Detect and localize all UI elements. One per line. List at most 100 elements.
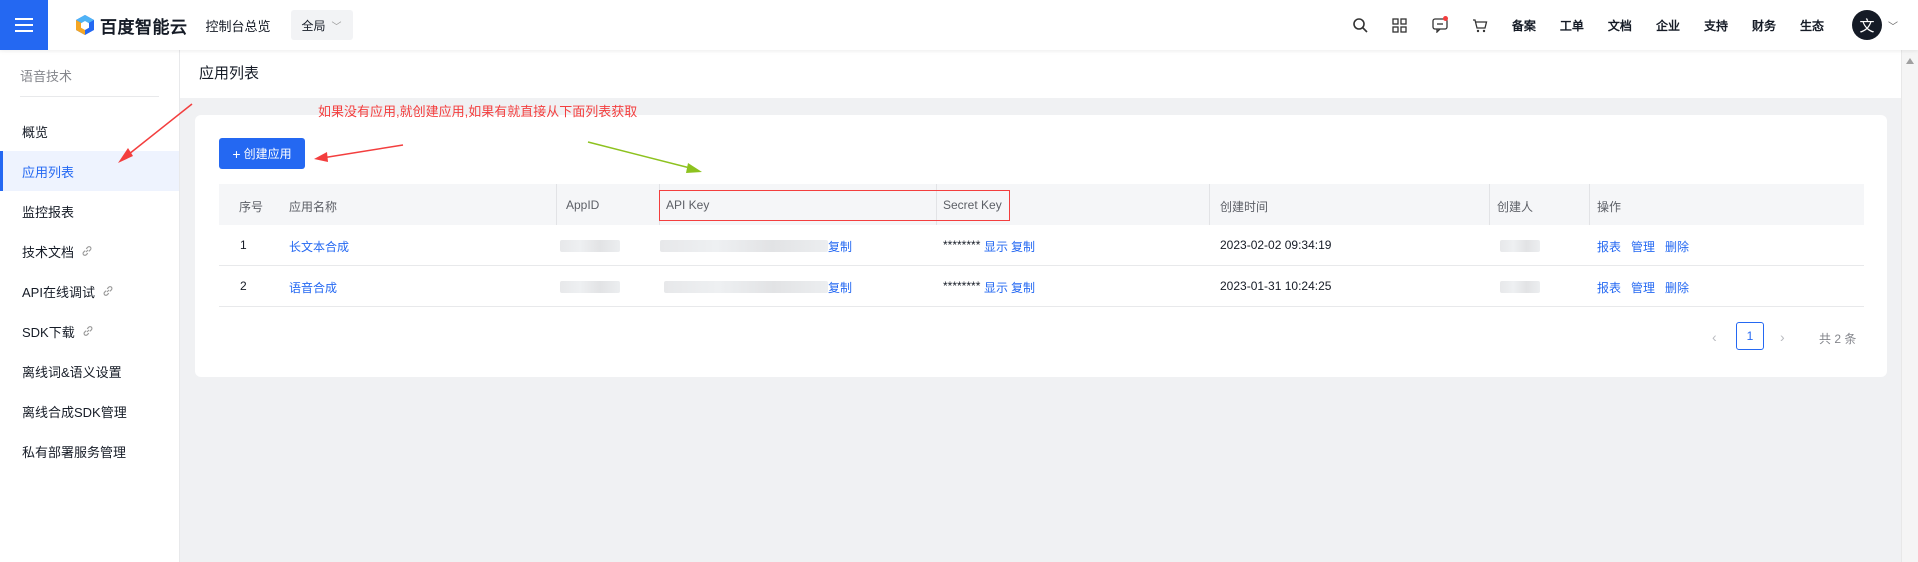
pagination-next-icon[interactable]: ›: [1780, 329, 1785, 345]
sidebar-item-offline-words[interactable]: 离线词&语义设置: [0, 351, 179, 391]
scroll-up-arrow-icon[interactable]: [1905, 56, 1915, 66]
secret-key-masked: ********: [943, 238, 981, 252]
create-app-label: 创建应用: [243, 147, 292, 161]
top-bar: 百度智能云 控制台总览 全局 ﹀ 备案 工单 文档 企业 支持 财务 生态 文 …: [0, 0, 1918, 50]
avatar[interactable]: 文: [1852, 10, 1882, 40]
notification-dot: [1442, 16, 1448, 21]
copy-api-key-link[interactable]: 复制: [828, 238, 852, 255]
external-link-icon: [82, 246, 92, 256]
page-title: 应用列表: [199, 65, 260, 82]
pagination-total: 共 2 条: [1819, 332, 1857, 346]
region-selector[interactable]: 全局 ﹀: [290, 10, 353, 40]
region-label: 全局: [301, 18, 326, 33]
sidebar-item-offline-sdk[interactable]: 离线合成SDK管理: [0, 391, 179, 431]
sidebar-item-label: 概览: [22, 124, 49, 140]
delete-link[interactable]: 删除: [1665, 238, 1689, 255]
nav-enterprise[interactable]: 企业: [1656, 17, 1680, 34]
external-link-icon: [83, 326, 93, 336]
copy-secret-link[interactable]: 复制: [1011, 238, 1035, 255]
brand-logo[interactable]: 百度智能云: [74, 13, 188, 38]
sidebar-item-tech-docs[interactable]: 技术文档: [0, 231, 179, 271]
report-link[interactable]: 报表: [1597, 238, 1621, 255]
created-time: 2023-02-02 09:34:19: [1220, 238, 1332, 252]
title-band: [180, 50, 1902, 98]
nav-filing[interactable]: 备案: [1512, 17, 1536, 34]
redacted-api-key: [664, 281, 828, 293]
instruction-annotation: 如果没有应用,就创建应用,如果有就直接从下面列表获取: [318, 104, 638, 119]
sidebar-item-label: 技术文档: [22, 244, 75, 260]
delete-link[interactable]: 删除: [1665, 279, 1689, 296]
copy-secret-link[interactable]: 复制: [1011, 279, 1035, 296]
pagination-current-page[interactable]: 1: [1736, 322, 1764, 350]
hamburger-menu-button[interactable]: [0, 0, 48, 50]
row-index: 1: [240, 238, 247, 252]
sidebar-item-monitor-report[interactable]: 监控报表: [0, 191, 179, 231]
nav-finance[interactable]: 财务: [1752, 17, 1776, 34]
cart-icon: [1472, 18, 1488, 32]
products-button[interactable]: [1380, 0, 1420, 50]
column-divider: [556, 184, 557, 225]
column-header-appid: AppID: [566, 198, 600, 212]
report-link[interactable]: 报表: [1597, 279, 1621, 296]
column-divider: [1589, 184, 1590, 225]
column-divider: [1489, 184, 1490, 225]
redacted-appid: [560, 240, 620, 252]
sidebar-item-label: 私有部署服务管理: [22, 444, 127, 460]
row-divider: [219, 265, 1864, 266]
sidebar-item-label: API在线调试: [22, 284, 95, 300]
redacted-creator: [1500, 281, 1540, 293]
create-app-button[interactable]: + 创建应用: [219, 138, 305, 169]
row-divider: [219, 306, 1864, 307]
copy-api-key-link[interactable]: 复制: [828, 279, 852, 296]
redacted-creator: [1500, 240, 1540, 252]
sidebar-item-label: 监控报表: [22, 204, 75, 220]
messages-button[interactable]: [1420, 0, 1460, 50]
created-time: 2023-01-31 10:24:25: [1220, 279, 1332, 293]
app-name-link[interactable]: 语音合成: [289, 279, 337, 296]
page-scrollbar[interactable]: [1901, 50, 1918, 562]
console-overview-link[interactable]: 控制台总览: [206, 16, 271, 35]
chevron-down-icon[interactable]: ﹀: [1888, 18, 1898, 33]
column-header-actions: 操作: [1597, 200, 1622, 214]
sidebar: 语音技术 概览 应用列表 监控报表 技术文档 API在线调试 SDK下载 离线词…: [0, 50, 180, 562]
top-right-nav: 备案 工单 文档 企业 支持 财务 生态 文 ﹀: [1340, 0, 1918, 50]
manage-link[interactable]: 管理: [1631, 238, 1655, 255]
app-name-link[interactable]: 长文本合成: [289, 238, 349, 255]
search-button[interactable]: [1340, 0, 1380, 50]
cart-button[interactable]: [1460, 0, 1500, 50]
menu-icon: [15, 16, 33, 34]
pagination-prev-icon[interactable]: ‹: [1712, 329, 1717, 345]
show-secret-link[interactable]: 显示: [984, 238, 1008, 255]
nav-tickets[interactable]: 工单: [1560, 17, 1584, 34]
external-link-icon: [103, 286, 113, 296]
nav-ecosystem[interactable]: 生态: [1800, 17, 1824, 34]
brand-name: 百度智能云: [100, 17, 188, 37]
sidebar-item-private-deploy[interactable]: 私有部署服务管理: [0, 431, 179, 471]
sidebar-item-app-list[interactable]: 应用列表: [0, 151, 179, 191]
sidebar-item-overview[interactable]: 概览: [0, 111, 179, 151]
column-header-app-name: 应用名称: [289, 200, 338, 214]
redacted-api-key: [660, 240, 828, 252]
api-key-highlight-box: [659, 190, 1010, 221]
sidebar-item-sdk-download[interactable]: SDK下载: [0, 311, 179, 351]
column-header-creator: 创建人: [1497, 200, 1534, 214]
sidebar-title: 语音技术: [20, 69, 73, 84]
column-divider: [1209, 184, 1210, 225]
column-header-created-time: 创建时间: [1220, 200, 1269, 214]
column-header-index: 序号: [239, 200, 264, 214]
sidebar-item-label: 离线合成SDK管理: [22, 404, 127, 420]
grid-icon: [1392, 17, 1408, 33]
chevron-down-icon: ﹀: [331, 21, 342, 33]
manage-link[interactable]: 管理: [1631, 279, 1655, 296]
nav-docs[interactable]: 文档: [1608, 17, 1632, 34]
sidebar-item-label: SDK下载: [22, 324, 75, 340]
redacted-appid: [560, 281, 620, 293]
search-icon: [1353, 18, 1368, 33]
secret-key-masked: ********: [943, 279, 981, 293]
sidebar-item-api-debug[interactable]: API在线调试: [0, 271, 179, 311]
nav-support[interactable]: 支持: [1704, 17, 1728, 34]
sidebar-item-label: 离线词&语义设置: [22, 364, 122, 380]
row-index: 2: [240, 279, 247, 293]
cloud-logo-icon: [76, 15, 94, 35]
show-secret-link[interactable]: 显示: [984, 279, 1008, 296]
